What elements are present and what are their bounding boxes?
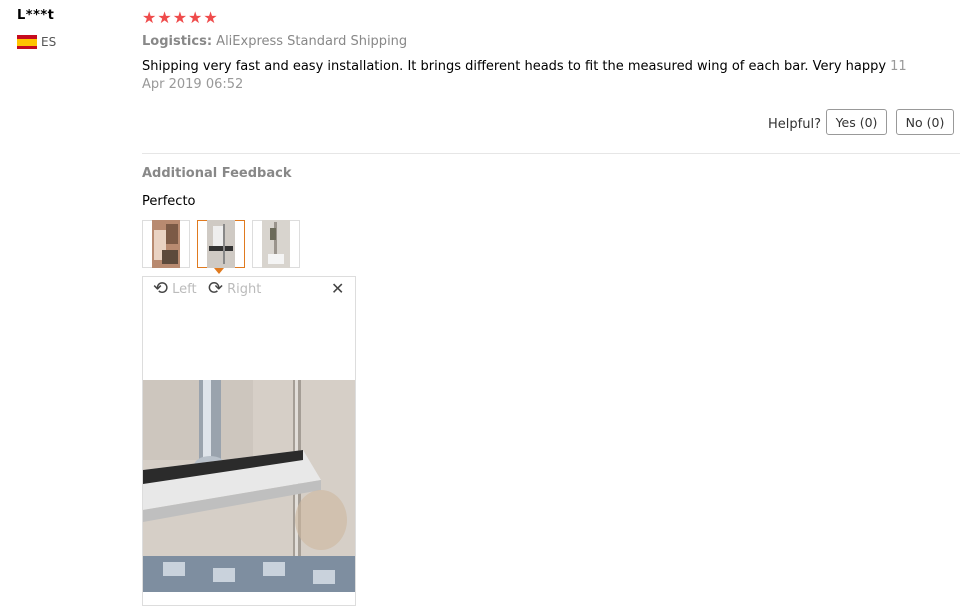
star-rating: ★★★★★	[142, 8, 219, 27]
reviewer-name: L***t	[17, 8, 55, 23]
helpful-no-button[interactable]: No (0)	[896, 109, 954, 135]
country-code: ES	[41, 35, 57, 49]
logistics-label: Logistics:	[142, 34, 213, 49]
reviewer-country: ES	[17, 35, 56, 49]
review-text-line: Shipping very fast and easy installation…	[142, 59, 907, 74]
rotate-left-button[interactable]: ⟲ Left	[153, 280, 197, 298]
review-photo-large	[143, 380, 355, 592]
review-photo-thumbnail[interactable]	[252, 220, 300, 268]
divider	[142, 153, 960, 154]
additional-feedback-text: Perfecto	[142, 194, 196, 209]
close-icon[interactable]: ✕	[331, 279, 344, 298]
spain-flag-icon	[17, 35, 37, 49]
logistics-value: AliExpress Standard Shipping	[216, 34, 408, 49]
rotate-left-label: Left	[172, 281, 197, 297]
additional-feedback-heading: Additional Feedback	[142, 166, 292, 181]
rotate-right-button[interactable]: ⟳ Right	[208, 280, 261, 298]
review-date: Apr 2019 06:52	[142, 77, 244, 92]
rotate-right-icon: ⟳	[208, 278, 224, 299]
review-photo-thumbnail[interactable]	[142, 220, 190, 268]
helpful-yes-button[interactable]: Yes (0)	[826, 109, 887, 135]
photo-thumbnail-image	[152, 220, 180, 268]
review-day: 11	[890, 59, 907, 74]
photo-viewer: ⟲ Left ⟳ Right ✕	[142, 276, 356, 606]
review-text: Shipping very fast and easy installation…	[142, 59, 887, 74]
helpful-label: Helpful?	[768, 117, 821, 132]
photo-thumbnail-image	[262, 220, 290, 268]
selected-thumbnail-caret	[214, 268, 224, 274]
rotate-left-icon: ⟲	[153, 278, 169, 299]
logistics-info: Logistics: AliExpress Standard Shipping	[142, 34, 407, 49]
review-photo-thumbnail-selected[interactable]	[197, 220, 245, 268]
photo-thumbnail-image	[207, 220, 235, 268]
rotate-right-label: Right	[227, 281, 262, 297]
